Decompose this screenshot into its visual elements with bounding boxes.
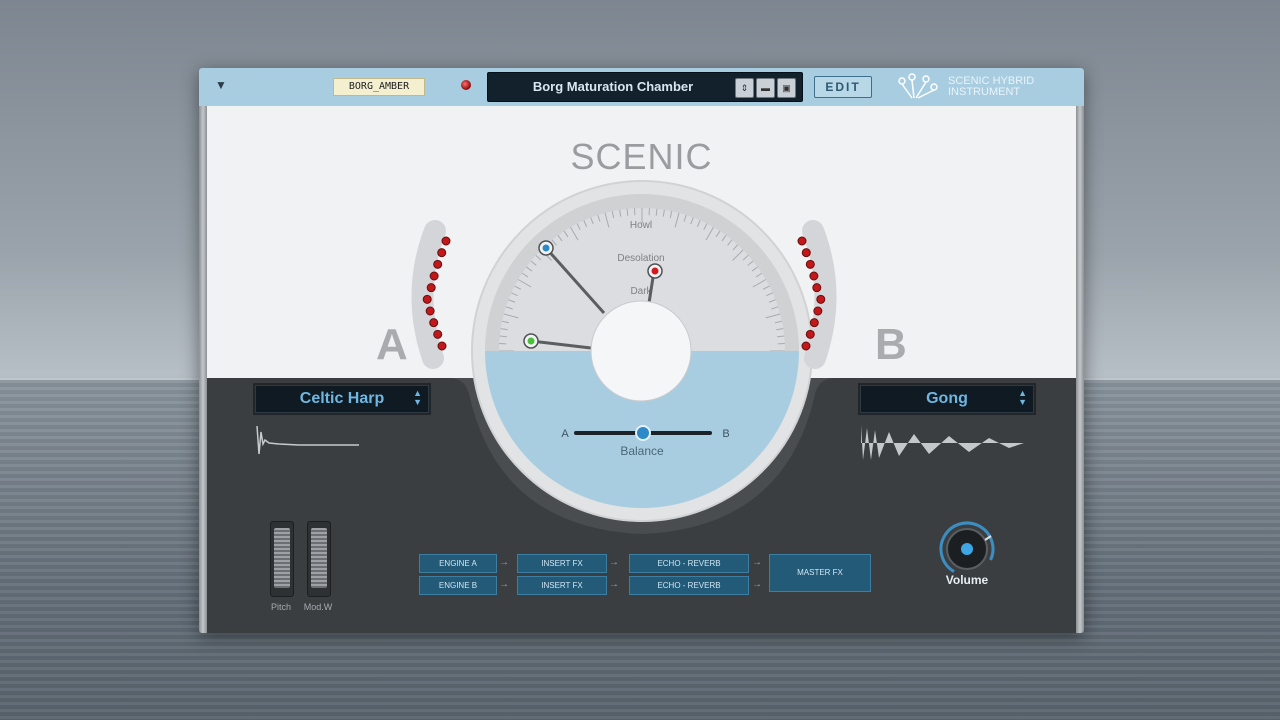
mod-wheel[interactable]: [307, 521, 331, 597]
meter-led: [797, 236, 807, 246]
route-arrow-icon: →: [499, 557, 509, 568]
select-arrows-icon: ▲ ▼: [1018, 388, 1027, 407]
meter-led: [425, 306, 435, 316]
blue-handle-dot: [542, 244, 550, 252]
echo-reverb-b-node[interactable]: ECHO - REVERB: [629, 576, 749, 595]
balance-b-label: B: [722, 428, 729, 440]
meter-led: [809, 318, 819, 328]
modw-label: Mod.W: [303, 602, 333, 612]
insert-fx-b-node[interactable]: INSERT FX: [517, 576, 607, 595]
mod-wheel-cap: [311, 528, 327, 588]
meter-led: [433, 329, 443, 339]
meter-led: [441, 236, 451, 246]
route-arrow-icon: →: [609, 579, 619, 590]
balance-a-label: A: [561, 428, 569, 440]
instrument-a-name: Celtic Harp: [299, 390, 385, 407]
instrument-b-select[interactable]: Gong ▲ ▼: [860, 385, 1034, 413]
meter-led: [801, 341, 811, 351]
meter-led: [812, 283, 822, 293]
engine-b-node[interactable]: ENGINE B: [419, 576, 497, 595]
meter-led: [422, 294, 432, 304]
pitch-wheel-cap: [274, 528, 290, 588]
meter-led: [816, 294, 826, 304]
route-arrow-icon: →: [609, 557, 619, 568]
select-arrows-icon: ▲ ▼: [413, 388, 422, 407]
layer-b-letter: B: [875, 320, 907, 369]
scenic-plugin-window: ▼ BORG_AMBER Borg Maturation Chamber ⇕ ▬…: [199, 68, 1084, 633]
meter-led: [805, 329, 815, 339]
balance-knob[interactable]: [635, 425, 651, 441]
engine-a-node[interactable]: ENGINE A: [419, 554, 497, 573]
volume-knob-center: [961, 543, 973, 555]
dial-label-desolation: Desolation: [617, 253, 664, 264]
meter-led: [801, 248, 811, 258]
route-arrow-icon: →: [752, 557, 762, 568]
pitch-wheel[interactable]: [270, 521, 294, 597]
pitch-label: Pitch: [270, 602, 291, 612]
meter-a-track: [411, 220, 446, 369]
meter-led: [433, 259, 443, 269]
meter-led: [809, 271, 819, 281]
route-arrow-icon: →: [499, 579, 509, 590]
red-handle-dot: [651, 267, 659, 275]
instrument-b-name: Gong: [926, 390, 968, 407]
balance-label: Balance: [620, 444, 664, 458]
meter-led: [813, 306, 823, 316]
instrument-a-select[interactable]: Celtic Harp ▲ ▼: [255, 385, 429, 413]
dial-label-howl: Howl: [630, 220, 652, 231]
meter-led: [429, 271, 439, 281]
brand-title: SCENIC: [570, 136, 713, 177]
echo-reverb-a-node[interactable]: ECHO - REVERB: [629, 554, 749, 573]
meter-led: [437, 341, 447, 351]
meter-led: [429, 318, 439, 328]
meter-led: [426, 283, 436, 293]
meter-led: [437, 248, 447, 258]
dial-center-hub: [590, 300, 692, 402]
volume-label: Volume: [945, 573, 989, 587]
route-arrow-icon: →: [752, 579, 762, 590]
insert-fx-a-node[interactable]: INSERT FX: [517, 554, 607, 573]
meter-b-track: [802, 220, 837, 369]
layer-a-letter: A: [376, 320, 408, 369]
master-fx-node[interactable]: MASTER FX: [769, 554, 871, 592]
meter-led: [805, 259, 815, 269]
green-handle-dot: [527, 337, 535, 345]
